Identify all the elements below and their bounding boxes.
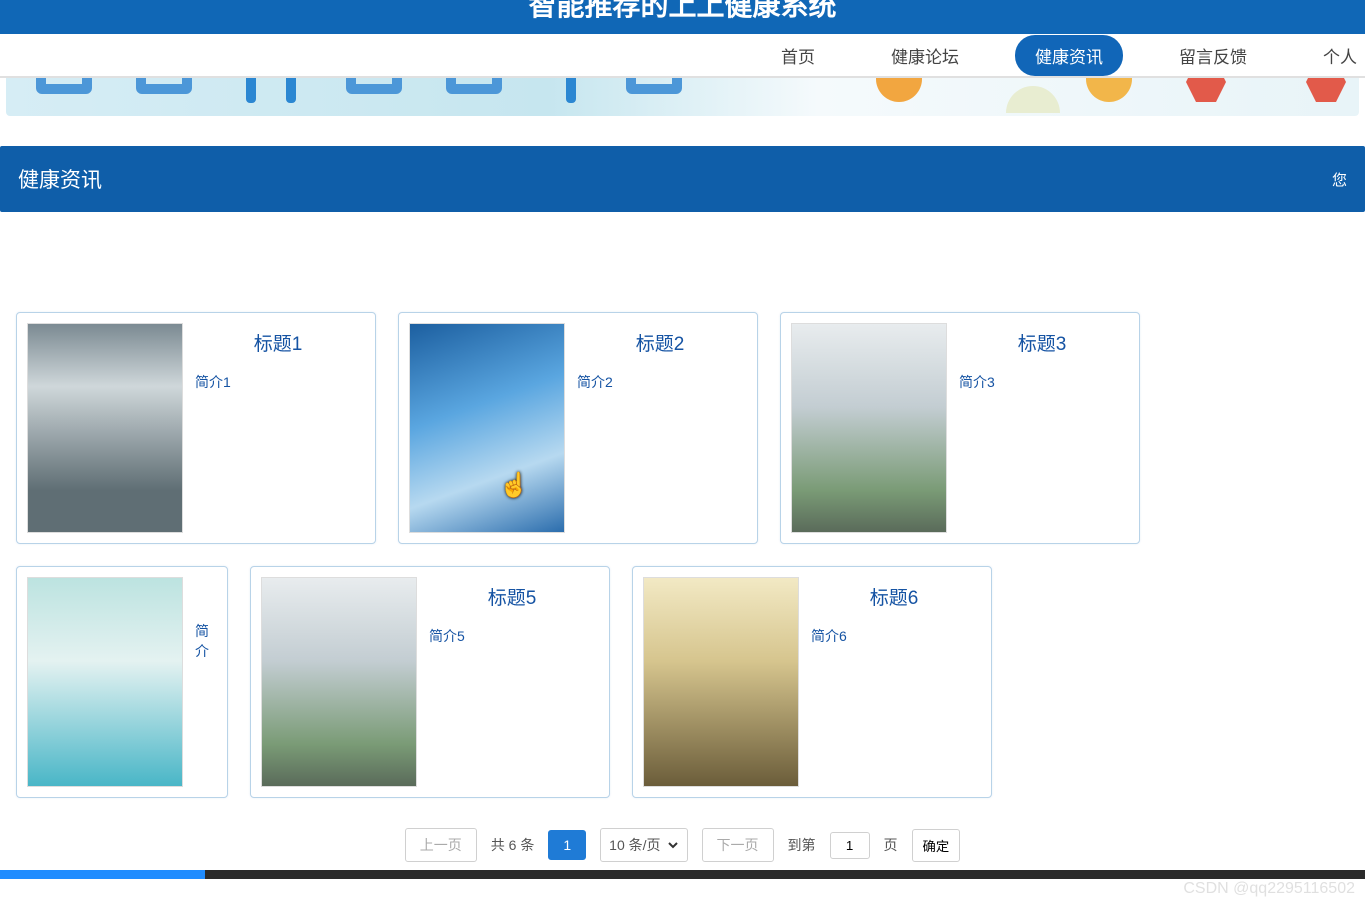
jump-input[interactable]	[830, 832, 870, 859]
section-title: 健康资讯	[18, 164, 102, 194]
card-thumb	[261, 577, 417, 787]
card-desc: 简介5	[429, 626, 595, 646]
nav-news[interactable]: 健康资讯	[1015, 35, 1123, 76]
card-item-6[interactable]: 标题6 简介6	[632, 566, 992, 798]
card-desc: 简介1	[195, 372, 361, 392]
nav-profile[interactable]: 个人	[1303, 35, 1365, 76]
card-desc: 简介	[195, 621, 213, 661]
per-page-select[interactable]: 10 条/页	[600, 828, 687, 862]
top-banner: 智能推荐的上上健康系统	[0, 0, 1365, 34]
card-desc: 简介6	[811, 626, 977, 646]
card-thumb	[643, 577, 799, 787]
jump-label: 到第	[788, 835, 816, 855]
hero-banner	[6, 78, 1359, 116]
jump-unit: 页	[884, 835, 898, 855]
card-title: 标题5	[429, 583, 595, 610]
total-text: 共 6 条	[491, 835, 535, 855]
card-thumb	[27, 577, 183, 787]
card-title: 标题1	[195, 329, 361, 356]
per-page-label: 10 条/页	[609, 835, 660, 855]
nav-bar: 首页 健康论坛 健康资讯 留言反馈 个人	[0, 34, 1365, 78]
card-thumb	[27, 323, 183, 533]
nav-feedback[interactable]: 留言反馈	[1159, 35, 1267, 76]
card-title: 标题2	[577, 329, 743, 356]
pagination: 上一页 共 6 条 1 10 条/页 下一页 到第 页 确定	[0, 818, 1365, 892]
card-item-5[interactable]: 标题5 简介5	[250, 566, 610, 798]
prev-button[interactable]: 上一页	[405, 828, 477, 862]
page-number[interactable]: 1	[548, 830, 586, 860]
card-item-3[interactable]: 标题3 简介3	[780, 312, 1140, 544]
section-header: 健康资讯 您	[0, 146, 1365, 212]
card-title: 标题3	[959, 329, 1125, 356]
card-item-1[interactable]: 标题1 简介1	[16, 312, 376, 544]
cursor-icon: ☝	[499, 471, 529, 500]
nav-forum[interactable]: 健康论坛	[871, 35, 979, 76]
card-item-4[interactable]: . 简介	[16, 566, 228, 798]
next-button[interactable]: 下一页	[702, 828, 774, 862]
card-thumb	[409, 323, 565, 533]
watermark: CSDN @qq2295116502	[1183, 880, 1355, 898]
nav-home[interactable]: 首页	[761, 35, 835, 76]
progress-bar[interactable]	[0, 870, 1365, 879]
confirm-button[interactable]: 确定	[912, 829, 961, 862]
card-item-2[interactable]: ☝ 标题2 简介2	[398, 312, 758, 544]
card-grid: 标题1 简介1 ☝ 标题2 简介2 标题3 简介3 . 简介 标题5 简介5	[0, 212, 1365, 818]
chevron-down-icon	[667, 839, 679, 851]
card-title: 标题6	[811, 583, 977, 610]
card-thumb	[791, 323, 947, 533]
card-desc: 简介2	[577, 372, 743, 392]
site-title: 智能推荐的上上健康系统	[528, 0, 836, 24]
card-desc: 简介3	[959, 372, 1125, 392]
section-right-text: 您	[1332, 169, 1347, 190]
progress-fill	[0, 870, 205, 879]
